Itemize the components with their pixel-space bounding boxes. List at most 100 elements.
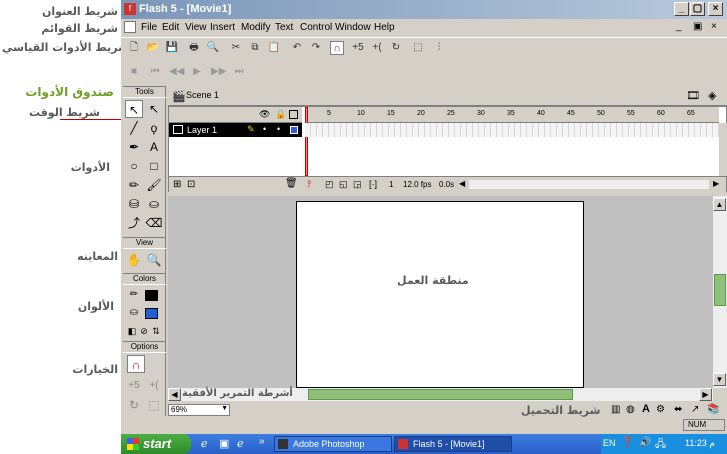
line-tool-icon[interactable]: ╱ bbox=[125, 119, 143, 137]
volume-tray-icon[interactable]: 🔊 bbox=[639, 437, 651, 448]
straighten-icon[interactable]: +( bbox=[370, 41, 384, 55]
stage-canvas[interactable]: منطقة العمل bbox=[296, 201, 584, 388]
edit-multiple-icon[interactable]: ◲ bbox=[353, 179, 362, 190]
onion-outline-icon[interactable]: ◱ bbox=[339, 179, 348, 190]
layer-row[interactable]: Layer 1 ✎ • • bbox=[169, 123, 302, 137]
menu-insert[interactable]: Insert bbox=[210, 22, 235, 33]
desktop-quicklaunch-icon[interactable]: ▣ bbox=[219, 437, 229, 450]
step-back-icon[interactable]: ◀◀ bbox=[169, 65, 184, 79]
eraser-tool-icon[interactable]: ⌫ bbox=[145, 214, 163, 232]
rectangle-tool-icon[interactable]: □ bbox=[145, 157, 163, 175]
character-icon[interactable]: A bbox=[642, 403, 650, 415]
edit-symbols-icon[interactable]: ◈ bbox=[708, 89, 716, 102]
ie-quicklaunch-icon[interactable]: ℯ bbox=[201, 437, 208, 450]
language-indicator[interactable]: EN bbox=[603, 438, 616, 448]
dropper-tool-icon[interactable]: ⤴ bbox=[125, 214, 143, 232]
oval-tool-icon[interactable]: ○ bbox=[125, 157, 143, 175]
align-icon[interactable]: ⫶ bbox=[432, 41, 446, 55]
smooth-option-icon[interactable]: +5 bbox=[125, 377, 143, 395]
modify-markers-icon[interactable]: [·] bbox=[369, 179, 377, 189]
new-icon[interactable]: 🗋 bbox=[127, 41, 141, 55]
subselect-tool-icon[interactable]: ↖ bbox=[145, 100, 163, 118]
frame-cells[interactable] bbox=[305, 123, 719, 137]
add-layer-icon[interactable]: ⊞ bbox=[173, 179, 181, 190]
text-tool-icon[interactable]: A bbox=[145, 138, 163, 156]
stop-icon[interactable]: ■ bbox=[127, 65, 141, 79]
print-icon[interactable]: 🖶 bbox=[187, 41, 201, 55]
lasso-tool-icon[interactable]: ϙ bbox=[145, 119, 163, 137]
more-quicklaunch-icon[interactable]: » bbox=[259, 436, 265, 447]
scene-label[interactable]: Scene 1 bbox=[186, 90, 219, 100]
instance-icon[interactable]: ⚙ bbox=[656, 404, 665, 415]
arrow-tool-icon[interactable]: ↖ bbox=[125, 100, 143, 118]
menu-text[interactable]: Text bbox=[275, 22, 293, 33]
timeline-hscroll[interactable] bbox=[469, 180, 709, 189]
menu-edit[interactable]: Edit bbox=[162, 22, 179, 33]
rotate-icon[interactable]: ↻ bbox=[389, 41, 403, 55]
undo-icon[interactable]: ↶ bbox=[290, 41, 304, 55]
menu-window[interactable]: Window bbox=[335, 22, 371, 33]
eye-icon[interactable]: 👁 bbox=[259, 109, 270, 120]
task-photoshop[interactable]: Adobe Photoshop bbox=[274, 436, 392, 452]
maximize-button[interactable]: ▢ bbox=[690, 2, 705, 16]
ink-bottle-tool-icon[interactable]: ⛁ bbox=[125, 195, 143, 213]
rewind-icon[interactable]: ⏮ bbox=[148, 65, 162, 79]
scroll-up-button[interactable]: ▲ bbox=[713, 198, 726, 211]
scale-icon[interactable]: ⬚ bbox=[411, 41, 425, 55]
info-panel-icon[interactable]: ▥ bbox=[611, 404, 620, 415]
stage-horizontal-scrollbar[interactable]: ◀ ▶ أشرطة التمرير الأفقية bbox=[168, 388, 713, 401]
menu-help[interactable]: Help bbox=[374, 22, 395, 33]
lock-icon[interactable]: 🔒 bbox=[275, 109, 286, 120]
redo-icon[interactable]: ↷ bbox=[309, 41, 323, 55]
start-button[interactable]: start bbox=[121, 434, 191, 454]
delete-layer-icon[interactable]: 🗑 bbox=[285, 178, 298, 189]
straighten-option-icon[interactable]: +( bbox=[145, 377, 163, 395]
hscroll-thumb[interactable] bbox=[308, 389, 573, 400]
ie-quicklaunch-2-icon[interactable]: ℯ bbox=[237, 437, 244, 450]
pen-tool-icon[interactable]: ✒ bbox=[125, 138, 143, 156]
zoom-tool-icon[interactable]: 🔍 bbox=[145, 251, 163, 269]
playhead[interactable] bbox=[305, 107, 308, 176]
swap-colors-icon[interactable]: ⇅ bbox=[147, 322, 165, 340]
smooth-icon[interactable]: +5 bbox=[351, 41, 365, 55]
snap-magnet-icon[interactable]: ∩ bbox=[330, 41, 344, 55]
menu-control[interactable]: Control bbox=[300, 22, 332, 33]
network-tray-icon[interactable]: 🖧 bbox=[655, 437, 666, 454]
stage-vertical-scrollbar[interactable]: ▲ ▼ bbox=[713, 196, 727, 388]
zoom-select[interactable]: 69% ▼ bbox=[168, 404, 230, 416]
menu-view[interactable]: View bbox=[185, 22, 207, 33]
mixer-icon[interactable]: ◍ bbox=[626, 404, 635, 415]
minimize-button[interactable]: _ bbox=[674, 2, 689, 16]
paste-icon[interactable]: 📋 bbox=[267, 41, 281, 55]
layer-color-icon[interactable] bbox=[290, 126, 298, 134]
save-icon[interactable]: 💾 bbox=[165, 41, 179, 55]
open-icon[interactable]: 📂 bbox=[146, 41, 160, 55]
pencil-tool-icon[interactable]: ✏ bbox=[125, 176, 143, 194]
library-icon[interactable]: 📚 bbox=[707, 404, 719, 415]
edit-scene-icon[interactable]: 🎞 bbox=[686, 89, 700, 102]
print-preview-icon[interactable]: 🔍 bbox=[206, 41, 220, 55]
doc-restore-button[interactable]: ▣ bbox=[693, 21, 702, 32]
menu-file[interactable]: File bbox=[141, 22, 157, 33]
center-frame-icon[interactable]: ⫯ bbox=[307, 179, 311, 190]
vscroll-thumb[interactable] bbox=[714, 274, 726, 306]
step-forward-icon[interactable]: ▶▶ bbox=[211, 65, 226, 79]
fill-color-swatch[interactable] bbox=[145, 308, 158, 319]
close-button[interactable]: × bbox=[708, 2, 723, 16]
copy-icon[interactable]: ⧉ bbox=[248, 41, 262, 55]
play-icon[interactable]: ▶ bbox=[190, 65, 204, 79]
onion-skin-icon[interactable]: ◰ bbox=[325, 179, 334, 190]
brush-tool-icon[interactable]: 🖌 bbox=[145, 176, 163, 194]
lock-dot-icon[interactable]: • bbox=[277, 124, 280, 134]
frame-ruler[interactable]: 5 10 15 20 25 30 35 40 45 50 55 60 65 bbox=[305, 107, 719, 123]
scroll-down-button[interactable]: ▼ bbox=[713, 373, 726, 386]
scroll-right-button[interactable]: ▶ bbox=[699, 388, 712, 401]
outline-icon[interactable] bbox=[289, 110, 298, 119]
timeline-scroll-left[interactable]: ◀ bbox=[459, 179, 465, 188]
hand-tool-icon[interactable]: ✋ bbox=[125, 251, 143, 269]
go-to-end-icon[interactable]: ⏭ bbox=[232, 65, 246, 79]
paint-bucket-tool-icon[interactable]: ⛀ bbox=[145, 195, 163, 213]
task-flash[interactable]: Flash 5 - [Movie1] bbox=[394, 436, 512, 452]
snap-option-magnet-icon[interactable]: ∩ bbox=[127, 355, 145, 373]
scroll-left-button[interactable]: ◀ bbox=[168, 388, 181, 401]
